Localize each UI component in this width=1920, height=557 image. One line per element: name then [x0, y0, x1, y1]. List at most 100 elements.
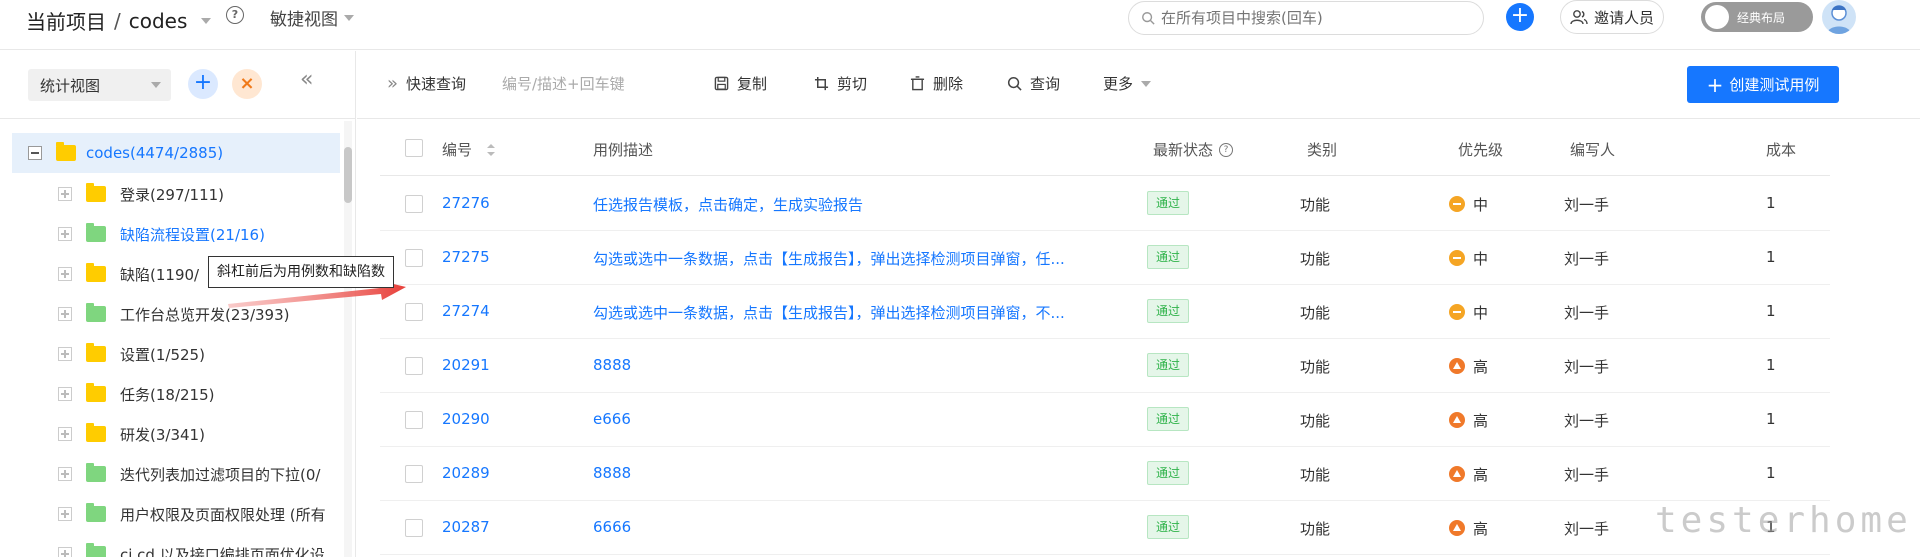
case-desc-link[interactable]: 6666 [593, 518, 631, 536]
row-checkbox[interactable] [405, 411, 423, 429]
table-row[interactable]: 27274 勾选或选中一条数据，点击【生成报告】，弹出选择检测项目弹窗，不... 通… [380, 285, 1830, 339]
tree-item-label: 缺陷(1190/ [120, 265, 200, 284]
create-test-case-label: 创建测试用例 [1729, 76, 1820, 94]
case-desc-link[interactable]: 勾选或选中一条数据，点击【生成报告】，弹出选择检测项目弹窗，任... [593, 248, 1065, 269]
col-author: 编写人 [1570, 139, 1615, 160]
expand-node-icon[interactable] [58, 347, 72, 361]
quick-query-label: 快速查询 [406, 75, 467, 93]
table-header: 编号 用例描述 最新状态 ? 类别 优先级 编写人 成本 [380, 120, 1830, 176]
col-author-label: 编写人 [1570, 141, 1616, 159]
toggle-knob [1705, 5, 1729, 29]
add-folder-icon[interactable]: + [188, 69, 218, 99]
expand-node-icon[interactable] [58, 467, 72, 481]
tree-item[interactable]: 设置(1/525) [58, 335, 344, 373]
expand-node-icon[interactable] [58, 387, 72, 401]
case-desc-link[interactable]: 8888 [593, 356, 631, 374]
col-priority: 优先级 [1458, 139, 1503, 160]
case-desc-link[interactable]: 任选报告模板，点击确定，生成实验报告 [593, 194, 863, 215]
user-avatar[interactable] [1822, 0, 1856, 34]
table-row[interactable]: 27276 任选报告模板，点击确定，生成实验报告 通过 功能 中 刘一手 1 [380, 177, 1830, 231]
tree-root-codes[interactable]: codes(4474/2885) [12, 133, 340, 173]
status-badge: 通过 [1147, 515, 1190, 539]
tree-item[interactable]: 研发(3/341) [58, 415, 344, 453]
expand-node-icon[interactable] [58, 227, 72, 241]
folder-icon [86, 423, 106, 442]
case-id-link[interactable]: 20287 [442, 518, 490, 536]
tree-item[interactable]: 用户权限及页面权限处理 (所有 [58, 495, 344, 533]
case-desc-link[interactable]: 8888 [593, 464, 631, 482]
case-priority: 中 [1473, 196, 1489, 214]
priority-icon [1449, 304, 1465, 320]
tree-item[interactable]: ci cd 以及接口编排页面优化设 [58, 535, 344, 557]
tree-item[interactable]: 缺陷流程设置(21/16) [58, 215, 344, 253]
status-badge: 通过 [1147, 245, 1190, 269]
expand-node-icon[interactable] [58, 267, 72, 281]
expand-node-icon[interactable] [58, 507, 72, 521]
classic-layout-label: 经典布局 [1737, 10, 1786, 25]
expand-node-icon[interactable] [58, 187, 72, 201]
question-circle-icon[interactable]: ? [226, 6, 244, 24]
col-category: 类别 [1307, 139, 1337, 160]
row-checkbox[interactable] [405, 357, 423, 375]
case-cost: 1 [1766, 410, 1776, 428]
case-id-link[interactable]: 27276 [442, 194, 490, 212]
cut-button[interactable]: 剪切 [814, 73, 867, 94]
tree-item[interactable]: 任务(18/215) [58, 375, 344, 413]
case-id-link[interactable]: 20289 [442, 464, 490, 482]
tree-item[interactable]: 登录(297/111) [58, 175, 344, 213]
classic-layout-toggle[interactable]: 经典布局 [1701, 2, 1813, 32]
table-row[interactable]: 20290 e666 通过 功能 高 刘一手 1 [380, 393, 1830, 447]
row-checkbox[interactable] [405, 465, 423, 483]
table-row[interactable]: 20287 6666 通过 功能高刘一手 1 [380, 501, 1830, 555]
more-dropdown[interactable]: 更多 [1103, 73, 1152, 94]
project-name-dropdown[interactable]: codes [129, 9, 188, 33]
copy-button[interactable]: 复制 [714, 73, 767, 94]
chevron-down-icon [151, 82, 161, 88]
sort-icon[interactable] [486, 143, 496, 157]
case-id-link[interactable]: 20291 [442, 356, 490, 374]
table-row[interactable]: 20291 8888 通过 功能 高 刘一手 1 [380, 339, 1830, 393]
invite-members-button[interactable]: 邀请人员 [1560, 0, 1664, 34]
save-icon [714, 76, 729, 91]
col-desc-label: 用例描述 [593, 141, 654, 159]
search-icon [1142, 12, 1155, 25]
row-checkbox[interactable] [405, 195, 423, 213]
chevron-down-icon[interactable] [201, 17, 212, 24]
global-search-input[interactable] [1161, 9, 1461, 27]
quick-query-input[interactable]: 编号/描述+回车键 [502, 73, 625, 94]
row-checkbox[interactable] [405, 249, 423, 267]
folder-icon [86, 223, 106, 242]
case-category: 功能 [1300, 358, 1331, 376]
stat-view-select[interactable]: 统计视图 [28, 69, 171, 101]
create-test-case-button[interactable]: + 创建测试用例 [1687, 66, 1839, 103]
collapse-sidebar-icon[interactable]: « [300, 67, 313, 92]
view-mode-dropdown[interactable]: 敏捷视图 [270, 5, 354, 30]
case-id-link[interactable]: 20290 [442, 410, 490, 428]
sidebar-scrollbar-thumb[interactable] [344, 147, 352, 203]
col-id[interactable]: 编号 [442, 139, 496, 160]
tree-item[interactable]: 迭代列表加过滤项目的下拉(0/ [58, 455, 344, 493]
table-row[interactable]: 20289 8888 通过 功能 高 刘一手 1 [380, 447, 1830, 501]
expand-node-icon[interactable] [58, 427, 72, 441]
select-all-checkbox[interactable] [405, 139, 423, 157]
case-id-link[interactable]: 27274 [442, 302, 490, 320]
table-row[interactable]: 27275 勾选或选中一条数据，点击【生成报告】，弹出选择检测项目弹窗，任... 通… [380, 231, 1830, 285]
case-category: 功能 [1300, 412, 1331, 430]
expand-node-icon[interactable] [58, 307, 72, 321]
view-mode-label: 敏捷视图 [270, 10, 338, 30]
row-checkbox[interactable] [405, 519, 423, 537]
global-search[interactable] [1128, 1, 1484, 35]
close-icon[interactable]: × [232, 69, 262, 99]
avatar-icon [1827, 5, 1851, 34]
case-desc-link[interactable]: 勾选或选中一条数据，点击【生成报告】，弹出选择检测项目弹窗，不... [593, 302, 1065, 323]
collapse-node-icon[interactable] [28, 146, 42, 160]
case-desc-link[interactable]: e666 [593, 410, 631, 428]
question-circle-icon[interactable]: ? [1219, 142, 1234, 157]
delete-button[interactable]: 删除 [910, 73, 963, 94]
query-button[interactable]: 查询 [1007, 73, 1060, 94]
case-id-link[interactable]: 27275 [442, 248, 490, 266]
expand-node-icon[interactable] [58, 547, 72, 557]
folder-icon [86, 383, 106, 402]
quick-query[interactable]: » 快速查询 [387, 73, 466, 94]
add-icon[interactable]: + [1506, 3, 1534, 31]
